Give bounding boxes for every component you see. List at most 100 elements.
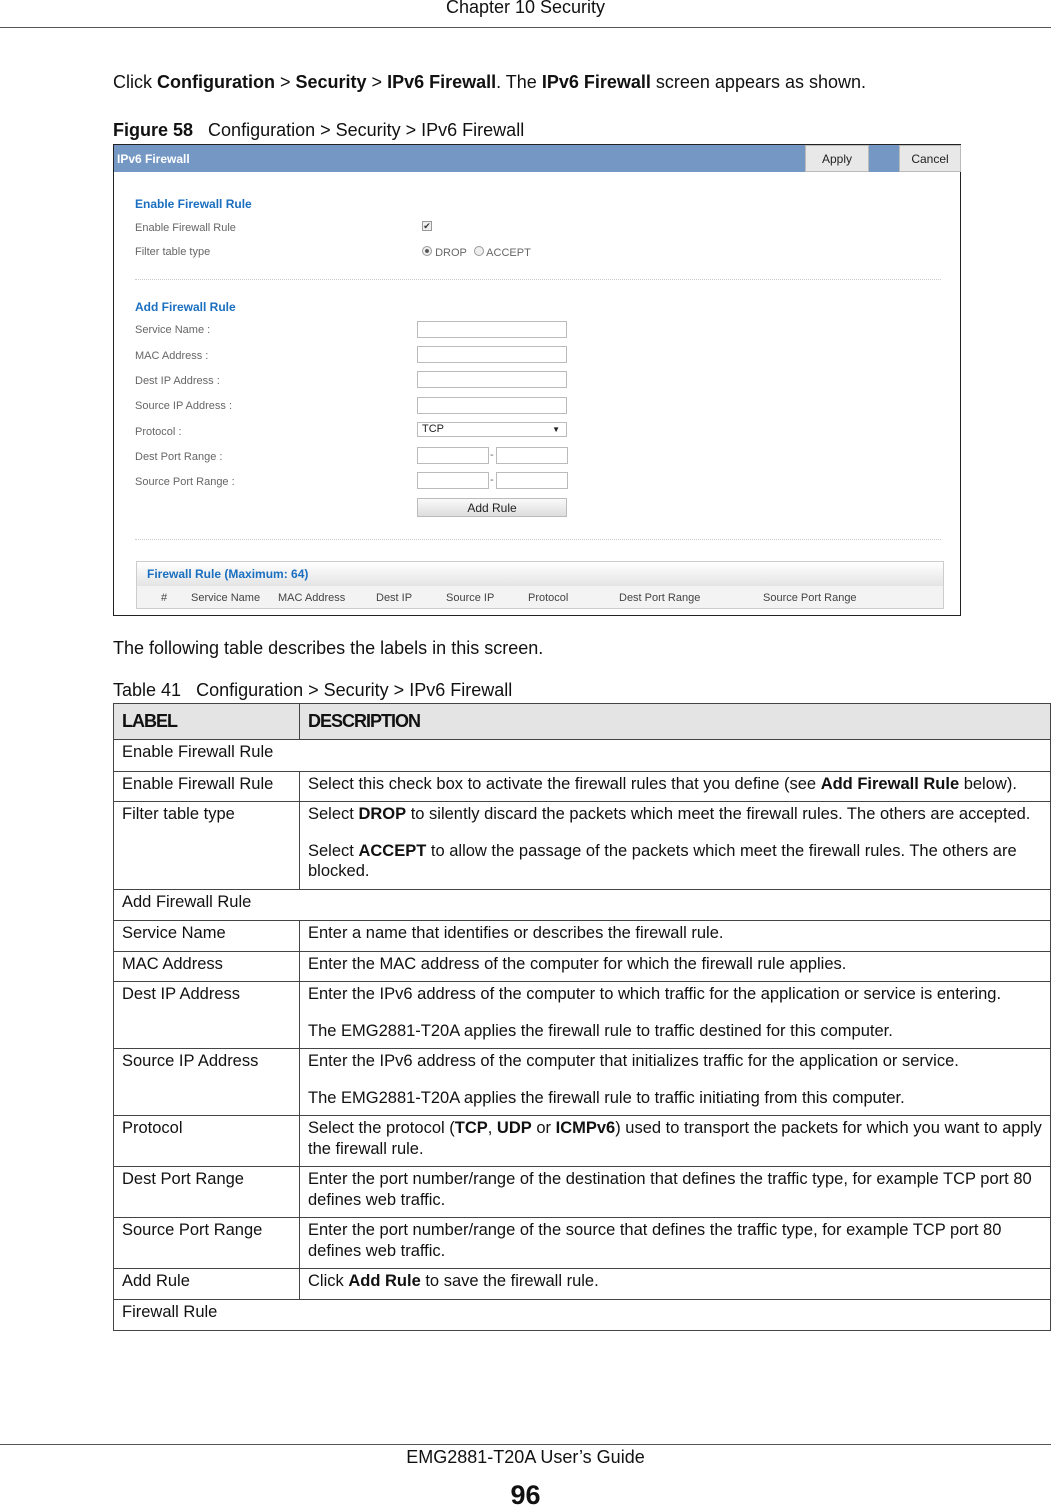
section-label: Firewall Rule — [113, 1298, 1051, 1331]
table-row: Protocol Select the protocol (TCP, UDP or… — [113, 1115, 1051, 1167]
text-run: screen appears as shown. — [650, 72, 867, 92]
text-run: Select this check box to activate the fi… — [308, 774, 821, 793]
text-run: Enter the port number/range of the sourc… — [308, 1221, 1002, 1260]
row-label: MAC Address — [113, 950, 300, 982]
bold-term: Add Firewall Rule — [820, 774, 960, 793]
protocol-select[interactable]: TCP ▼ — [417, 422, 567, 437]
row-label: Dest Port Range — [113, 1166, 300, 1218]
dest-ip-input[interactable] — [417, 371, 567, 388]
col-header: Service Name — [191, 592, 261, 604]
section-row: Firewall Rule — [113, 1298, 1051, 1331]
table-row: Enable Firewall Rule Select this check bo… — [113, 770, 1051, 802]
dest-port-start-input[interactable] — [417, 447, 489, 464]
description-paragraph: Select this check box to activate the fi… — [308, 774, 1042, 795]
service-name-input[interactable] — [417, 321, 567, 338]
text-run: Enter the MAC address of the computer fo… — [308, 954, 847, 973]
text-run: to silently discard the packets which me… — [406, 805, 1031, 823]
accept-label: ACCEPT — [486, 247, 531, 259]
row-description: Enter the port number/range of the sourc… — [299, 1217, 1051, 1269]
table-row: Add Rule Click Add Rule to save the firew… — [113, 1268, 1051, 1300]
filter-label: Filter table type — [135, 246, 211, 258]
description-paragraph: Enter the MAC address of the computer fo… — [308, 954, 1042, 975]
text-run: or — [531, 1119, 556, 1137]
row-description: Select DROP to silently discard the pack… — [299, 801, 1051, 890]
row-label: Add Rule — [113, 1268, 300, 1300]
add-rule-button[interactable]: Add Rule — [417, 498, 567, 517]
col-header: MAC Address — [278, 592, 346, 604]
row-label: Filter table type — [113, 801, 300, 890]
filter-radios: DROP ACCEPT — [422, 246, 531, 259]
add-section-title: Add Firewall Rule — [135, 300, 236, 314]
range-dash: - — [490, 449, 494, 461]
table-label: Table 41 — [113, 680, 182, 700]
row-description: Select the protocol (TCP, UDP or ICMPv6)… — [299, 1115, 1051, 1167]
rule-table-title: Firewall Rule (Maximum: 64) — [137, 562, 943, 586]
protocol-label: Protocol : — [135, 426, 182, 438]
enable-section-title: Enable Firewall Rule — [135, 197, 252, 211]
intro-text: Click Configuration > Security > IPv6 Fi… — [113, 72, 866, 93]
row-label: Source Port Range — [113, 1217, 300, 1269]
service-name-label: Service Name : — [135, 324, 211, 336]
text-run: Enter a name that identifies or describe… — [308, 924, 724, 942]
description-paragraph: The EMG2881-T20A applies the firewall ru… — [308, 1088, 1042, 1109]
bold-term: Add Rule — [348, 1272, 421, 1290]
bold-term: ICMPv6 — [555, 1119, 616, 1137]
apply-button[interactable]: Apply — [805, 145, 869, 172]
divider — [135, 279, 941, 280]
description-paragraph: Click Add Rule to save the firewall rule… — [308, 1271, 1042, 1292]
enable-checkbox[interactable]: ✔ — [422, 221, 432, 231]
source-ip-input[interactable] — [417, 397, 567, 414]
table-row: Service Name Enter a name that identifies… — [113, 920, 1051, 952]
text-run: Enter the IPv6 address of the computer t… — [308, 1052, 959, 1070]
accept-radio[interactable] — [473, 246, 484, 256]
table-row: MAC Address Enter the MAC address of the … — [113, 950, 1051, 982]
text-run: Enter the IPv6 address of the computer t… — [308, 985, 1002, 1003]
col-header: # — [161, 592, 168, 604]
text-run: . The — [496, 72, 542, 92]
col-header: Protocol — [528, 592, 569, 604]
mac-input[interactable] — [417, 346, 567, 363]
description-paragraph: Enter the port number/range of the sourc… — [308, 1220, 1042, 1261]
description-paragraph: Select DROP to silently discard the pack… — [308, 804, 1042, 825]
ipv6-firewall-screenshot: IPv6 Firewall Apply Cancel Enable Firewa… — [113, 144, 961, 616]
table-row: Dest IP Address Enter the IPv6 address of… — [113, 981, 1051, 1049]
row-description: Enter a name that identifies or describe… — [299, 920, 1051, 952]
description-paragraph: Enter the IPv6 address of the computer t… — [308, 984, 1042, 1005]
dest-port-end-input[interactable] — [496, 447, 568, 464]
page-number: 96 — [510, 1480, 541, 1510]
dest-port-label: Dest Port Range : — [135, 451, 223, 463]
section-row: Add Firewall Rule — [113, 888, 1051, 921]
figure-label: Figure 58 — [113, 120, 194, 140]
description-paragraph: Enter the IPv6 address of the computer t… — [308, 1051, 1042, 1072]
source-port-label: Source Port Range : — [135, 476, 235, 488]
table-row: Source Port Range Enter the port number/r… — [113, 1217, 1051, 1269]
description-paragraph: Select the protocol (TCP, UDP or ICMPv6)… — [308, 1118, 1042, 1159]
bold-term: IPv6 Firewall — [387, 72, 497, 92]
text-run: Select — [308, 805, 359, 823]
description-header: DESCRIPTION — [299, 703, 1051, 740]
mac-label: MAC Address : — [135, 350, 209, 362]
cancel-button[interactable]: Cancel — [899, 145, 961, 172]
row-description: Enter the MAC address of the computer fo… — [299, 950, 1051, 982]
text-run: Select — [308, 841, 359, 860]
col-header: Dest Port Range — [619, 592, 701, 604]
protocol-value: TCP — [422, 423, 444, 435]
table-row: Dest Port Range Enter the port number/ran… — [113, 1166, 1051, 1218]
text-run: below). — [959, 774, 1017, 793]
source-port-start-input[interactable] — [417, 472, 489, 489]
text-run: to save the firewall rule. — [420, 1272, 599, 1290]
bold-term: DROP — [358, 805, 407, 823]
screen-title: IPv6 Firewall — [117, 152, 190, 166]
row-description: Enter the IPv6 address of the computer t… — [299, 981, 1051, 1049]
row-description: Select this check box to activate the fi… — [299, 770, 1051, 802]
source-port-end-input[interactable] — [496, 472, 568, 489]
chapter-header: Chapter 10 Security — [445, 0, 606, 17]
section-label: Add Firewall Rule — [113, 888, 1051, 921]
dropdown-arrow-icon: ▼ — [552, 425, 560, 434]
text-run: Select the protocol ( — [308, 1119, 455, 1137]
text-run: Click — [113, 72, 157, 92]
bold-term: UDP — [496, 1119, 532, 1137]
row-label: Dest IP Address — [113, 981, 300, 1049]
drop-radio[interactable] — [422, 246, 432, 256]
col-header: Source Port Range — [763, 592, 857, 604]
